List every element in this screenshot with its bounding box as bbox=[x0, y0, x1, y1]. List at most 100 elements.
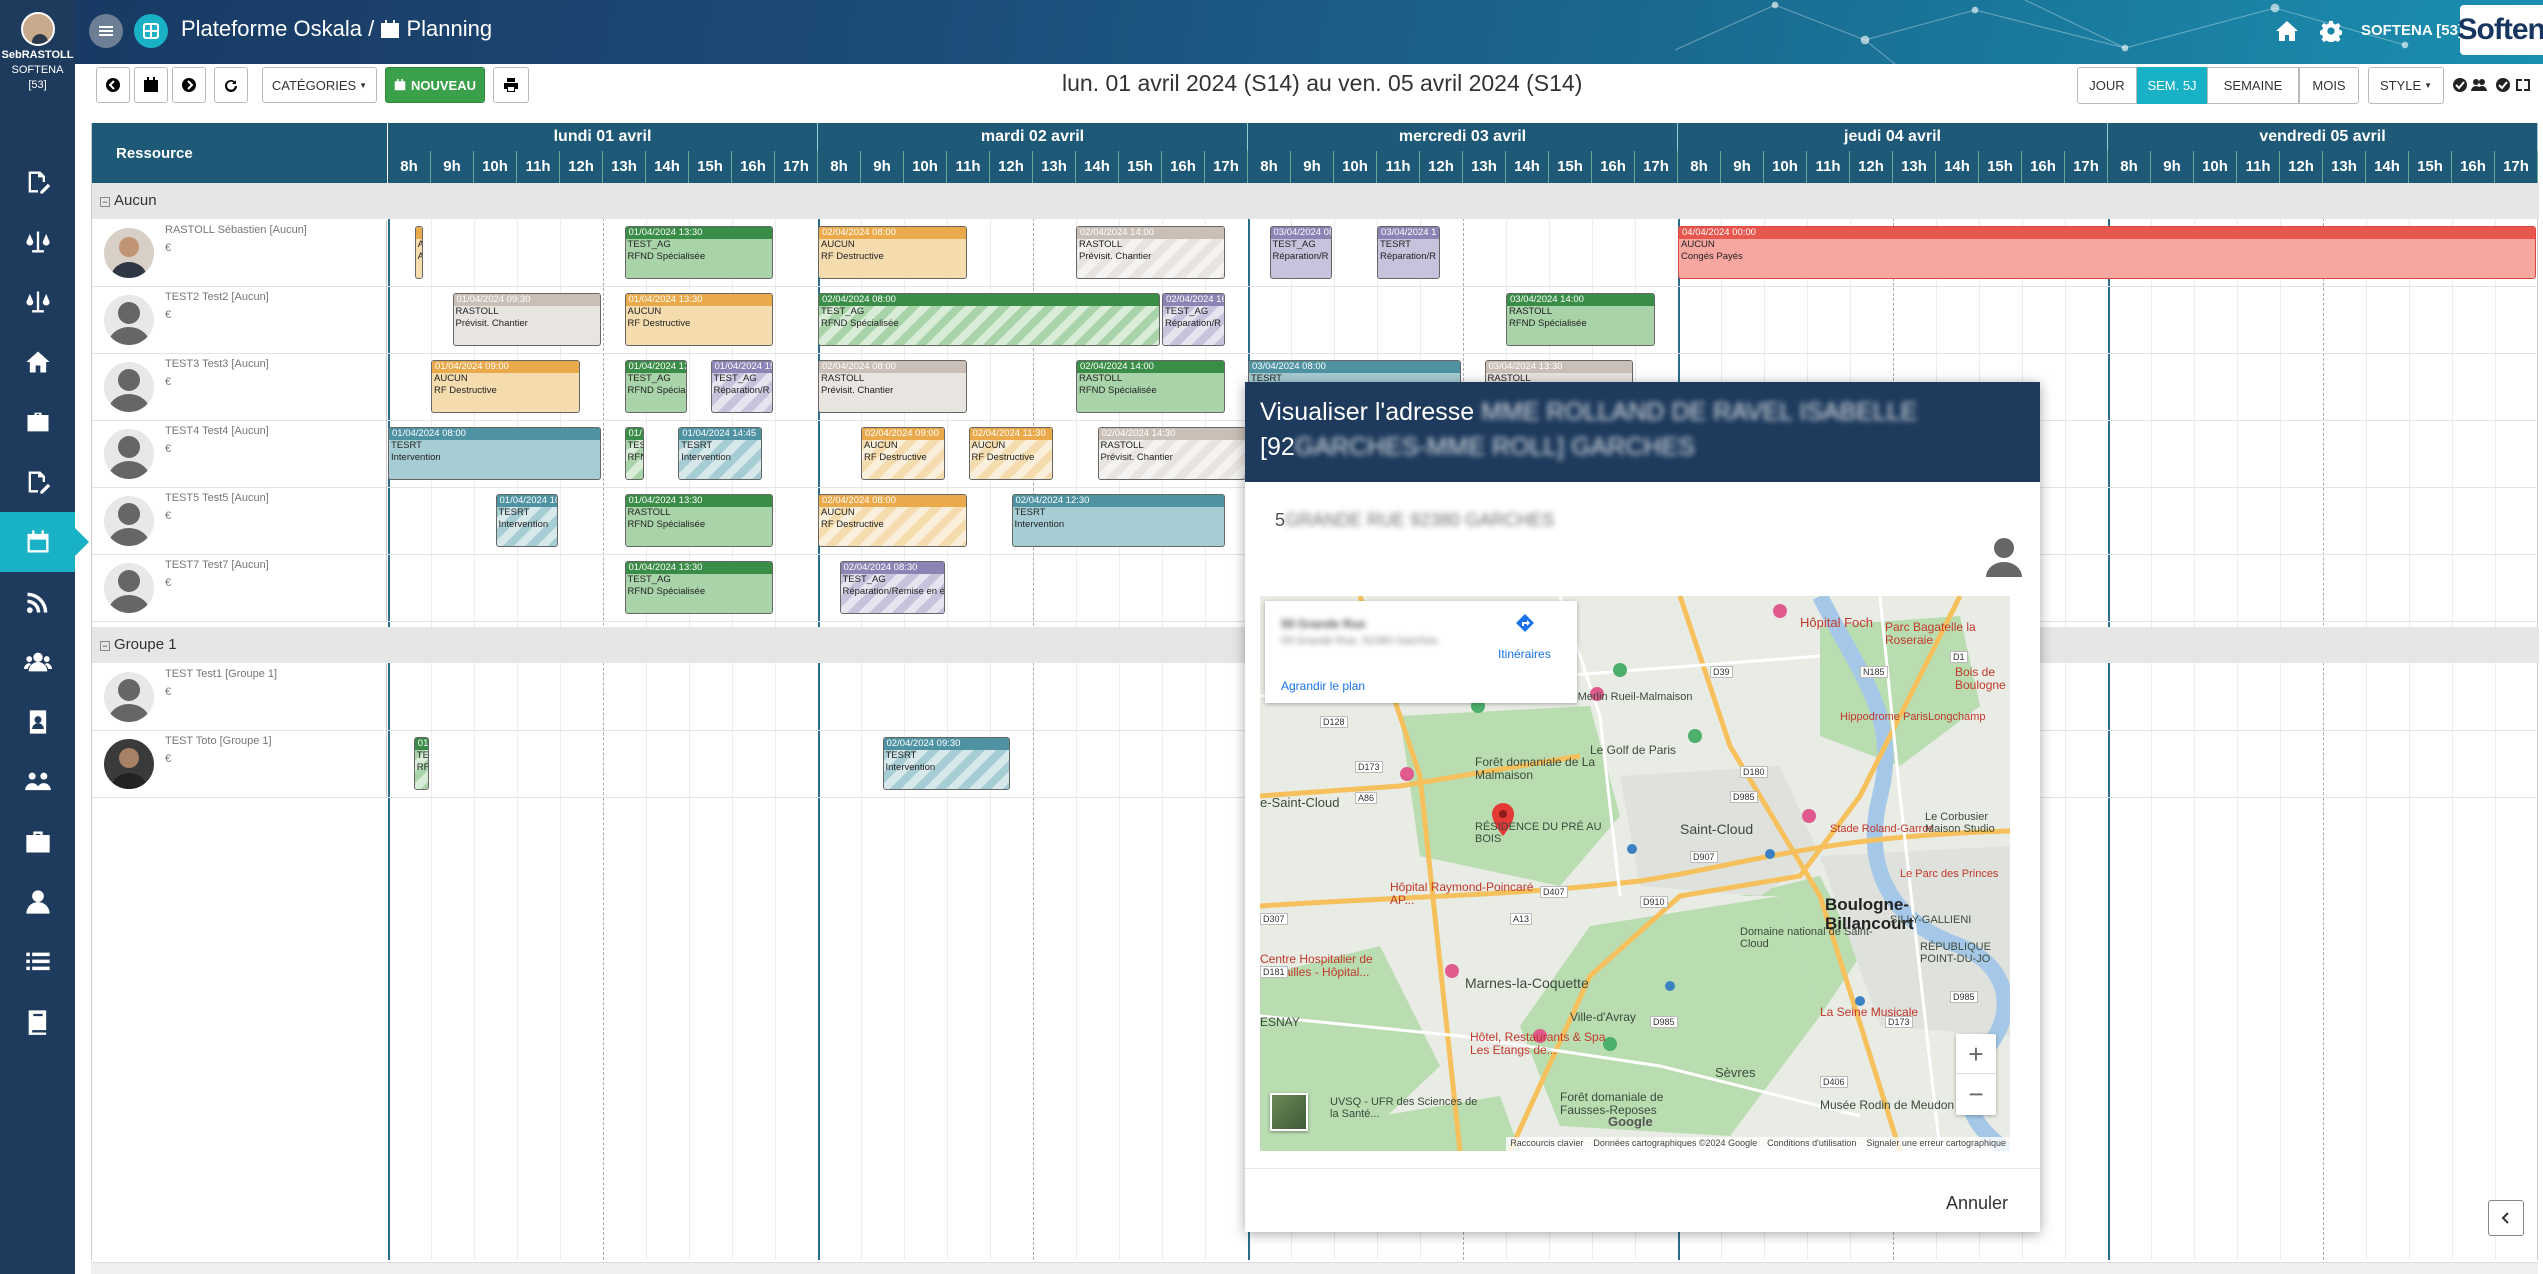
report-error-link[interactable]: Signaler une erreur cartographique bbox=[1866, 1138, 2006, 1148]
directions-link[interactable]: Itinéraires bbox=[1498, 647, 1551, 661]
sidebar-item-list[interactable] bbox=[0, 932, 75, 992]
view-5day-button[interactable]: SEM. 5J bbox=[2137, 67, 2207, 104]
hour-header: 16h bbox=[1592, 151, 1635, 183]
planning-event[interactable]: 01/04/2024 08:00 TESRT Intervention bbox=[388, 427, 601, 480]
sidebar-item-user[interactable] bbox=[0, 872, 75, 932]
view-day-button[interactable]: JOUR bbox=[2077, 67, 2137, 104]
user-panel[interactable]: SebRASTOLL SOFTENA [53] bbox=[0, 0, 75, 115]
blurred-client-ref: GARCHES-MME ROLL] GARCHES bbox=[1294, 433, 1695, 461]
terms-link[interactable]: Conditions d'utilisation bbox=[1767, 1138, 1856, 1148]
planning-event[interactable]: 02/04/2024 16 TEST_AG Réparation/R bbox=[1162, 293, 1225, 346]
planning-event[interactable]: 02/04/2024 09:00 AUCUN RF Destructive bbox=[861, 427, 945, 480]
collapse-panel-button[interactable] bbox=[2488, 1200, 2524, 1236]
keyboard-shortcuts-link[interactable]: Raccourcis clavier bbox=[1510, 1138, 1583, 1148]
planning-event[interactable]: 01/04/2024 13TEST_AGRFND Spécialisée bbox=[624, 360, 687, 413]
sidebar-item-balance[interactable] bbox=[0, 212, 75, 272]
gear-icon[interactable] bbox=[2320, 20, 2342, 42]
resource-name: TEST4 Test4 [Aucun] bbox=[165, 425, 269, 437]
horizontal-scrollbar[interactable] bbox=[91, 1262, 2538, 1274]
user-company: SOFTENA bbox=[11, 64, 64, 76]
resource-cost: € bbox=[165, 242, 172, 254]
sidebar-item-feed[interactable] bbox=[0, 572, 75, 632]
planning-event[interactable]: 01/TERF bbox=[413, 737, 429, 790]
planning-event[interactable]: 02/04/2024 14:30 RASTOLL Prévisit. Chantie… bbox=[1097, 427, 1246, 480]
planning-event[interactable]: 02/04/2024 08:30 TEST_AG Réparation/Remise… bbox=[839, 561, 945, 614]
map-label: Le Parc des Princes bbox=[1900, 868, 1999, 880]
zoom-out-button[interactable]: − bbox=[1956, 1074, 1996, 1114]
planning-event[interactable]: 03/04/2024 14:00 RASTOLL RFND Spécialisée bbox=[1506, 293, 1655, 346]
planning-event[interactable]: 01/04/2024 10 TESRT Intervention bbox=[495, 494, 558, 547]
cancel-button[interactable]: Annuler bbox=[1946, 1193, 2008, 1214]
planning-event[interactable]: 01/04/2024 13:30 RASTOLL RFND Spécialisée bbox=[624, 494, 773, 547]
sidebar-item-teams[interactable] bbox=[0, 752, 75, 812]
refresh-button[interactable] bbox=[214, 67, 248, 103]
planning-event[interactable]: 01/04/2024 14:45 TESRT Intervention bbox=[678, 427, 763, 480]
planning-event[interactable]: 01/TESRFN bbox=[624, 427, 644, 480]
sidebar-item-contacts[interactable] bbox=[0, 692, 75, 752]
menu-button[interactable] bbox=[89, 14, 123, 48]
planning-event[interactable]: 01/04/2024 13:30 TEST_AG RFND Spécialisée bbox=[624, 226, 773, 279]
planning-event[interactable]: 02/04/2024 08:00 TEST_AG RFND Spécialisée bbox=[818, 293, 1160, 346]
planning-event[interactable]: 04/04/2024 00:00 AUCUN Congés Payés bbox=[1678, 226, 2536, 279]
event-date: 02/04/2024 09:30 bbox=[883, 738, 1009, 750]
planning-event[interactable]: 01/04/2024 13:30 AUCUN RF Destructive bbox=[624, 293, 773, 346]
print-button[interactable] bbox=[493, 67, 529, 103]
section-title: Planning bbox=[406, 16, 493, 41]
planning-event[interactable]: 01/04/2024 13:30 TEST_AG RFND Spécialisée bbox=[624, 561, 773, 614]
planning-event[interactable]: AA bbox=[414, 226, 423, 279]
planning-event[interactable]: 01/04/2024 09:00 AUCUN RF Destructive bbox=[431, 360, 580, 413]
planning-event[interactable]: 03/04/2024 08 TEST_AG Réparation/R bbox=[1269, 226, 1332, 279]
map-type-button[interactable] bbox=[1270, 1093, 1308, 1131]
planning-event[interactable]: 02/04/2024 12:30 TESRT Intervention bbox=[1011, 494, 1225, 547]
style-dropdown[interactable]: STYLE ▼ bbox=[2368, 67, 2444, 104]
view-month-button[interactable]: MOIS bbox=[2299, 67, 2359, 104]
prev-button[interactable] bbox=[96, 67, 130, 103]
event-resource: AUCUN bbox=[971, 440, 1006, 451]
group-row-aucun[interactable]: − Aucun bbox=[92, 183, 2539, 219]
planning-event[interactable]: 02/04/2024 08:00 AUCUN RF Destructive bbox=[818, 226, 967, 279]
zoom-in-button[interactable]: + bbox=[1956, 1034, 1996, 1074]
next-button[interactable] bbox=[172, 67, 206, 103]
view-week-button[interactable]: SEMAINE bbox=[2207, 67, 2299, 104]
map-label: Marnes-la-Coquette bbox=[1465, 975, 1589, 991]
planning-event[interactable]: 01/04/2024 09:30 RASTOLL Prévisit. Chantie… bbox=[452, 293, 601, 346]
sidebar-item-users[interactable] bbox=[0, 632, 75, 692]
hour-header: 17h bbox=[775, 151, 818, 183]
directions-icon[interactable] bbox=[1515, 613, 1535, 633]
display-options-icons[interactable] bbox=[2452, 76, 2536, 94]
google-map[interactable]: Hôpital Foch Parc Bagatelle la Roseraie Bo… bbox=[1260, 596, 2010, 1151]
map-place-card[interactable]: 59 Grande Rue 59 Grande Rue, 92380 Garch… bbox=[1265, 601, 1577, 703]
sidebar-item-book[interactable] bbox=[0, 992, 75, 1052]
sidebar-item-briefcase[interactable] bbox=[0, 392, 75, 452]
apps-button[interactable] bbox=[134, 14, 168, 48]
avatar bbox=[104, 496, 154, 546]
planning-event[interactable]: 02/04/2024 08:00 AUCUN RF Destructive bbox=[818, 494, 967, 547]
sidebar-item-edit-2[interactable] bbox=[0, 452, 75, 512]
avatar[interactable] bbox=[20, 12, 55, 46]
sidebar-item-home[interactable] bbox=[0, 332, 75, 392]
collapse-icon[interactable]: − bbox=[100, 641, 110, 651]
new-button[interactable]: NOUVEAU bbox=[385, 67, 485, 103]
group-label: − Groupe 1 bbox=[100, 636, 177, 653]
today-button[interactable] bbox=[134, 67, 168, 103]
planning-event[interactable]: 02/04/2024 14:00 RASTOLL Prévisit. Chantie… bbox=[1076, 226, 1225, 279]
collapse-icon[interactable]: − bbox=[100, 197, 110, 207]
home-icon[interactable] bbox=[2275, 20, 2299, 42]
sidebar-item-balance-2[interactable] bbox=[0, 272, 75, 332]
planning-event[interactable]: 03/04/2024 1 TESRT Réparation/R bbox=[1377, 226, 1440, 279]
categories-dropdown[interactable]: CATÉGORIES ▼ bbox=[262, 67, 377, 103]
planning-event[interactable]: 02/04/2024 11:30 AUCUN RF Destructive bbox=[968, 427, 1053, 480]
planning-event[interactable]: 02/04/2024 09:30 TESRT Intervention bbox=[882, 737, 1010, 790]
planning-event[interactable]: 02/04/2024 14:00 RASTOLL RFND Spécialisée bbox=[1076, 360, 1225, 413]
event-resource: TEST_AG bbox=[627, 574, 671, 585]
map-label: RÉSIDENCE DU PRÉ AU BOIS bbox=[1475, 821, 1602, 846]
map-label: Hôpital Foch bbox=[1800, 615, 1873, 630]
sidebar-item-edit[interactable] bbox=[0, 152, 75, 212]
enlarge-map-link[interactable]: Agrandir le plan bbox=[1281, 679, 1365, 693]
new-label: NOUVEAU bbox=[410, 77, 476, 93]
sidebar-item-toolbox[interactable] bbox=[0, 812, 75, 872]
resource-cost: € bbox=[165, 443, 172, 455]
sidebar-item-planning[interactable] bbox=[0, 512, 89, 572]
planning-event[interactable]: 02/04/2024 08:00 RASTOLL Prévisit. Chantie… bbox=[818, 360, 967, 413]
planning-event[interactable]: 01/04/2024 15 TEST_AG Réparation/R bbox=[710, 360, 773, 413]
